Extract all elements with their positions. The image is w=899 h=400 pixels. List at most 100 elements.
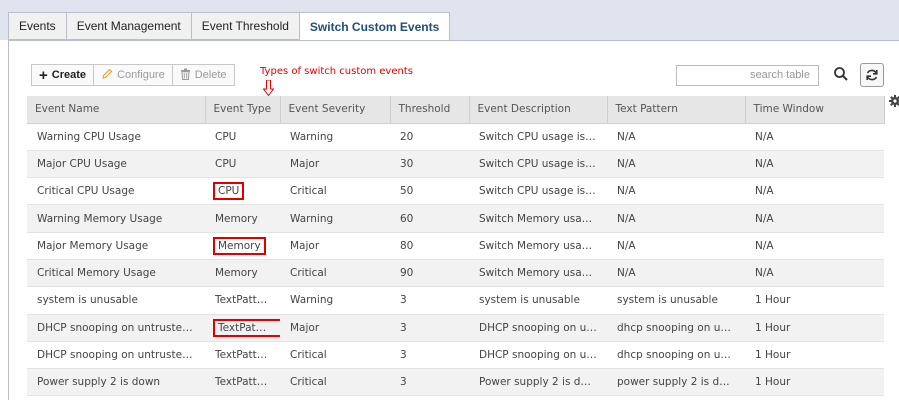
cell-event-description: Switch CPU usage is ov... bbox=[469, 123, 607, 151]
table-row[interactable]: Critical Memory Usage Memory Critical 90 Swi… bbox=[27, 259, 884, 288]
table-row[interactable]: Critical CPU Usage CPU Critical 50 Switch CP… bbox=[27, 177, 884, 206]
cell-event-type: TextPattern bbox=[205, 341, 280, 370]
cell-event-severity: Major bbox=[280, 150, 390, 179]
cell-threshold: 20 bbox=[390, 123, 469, 151]
delete-button[interactable]: Delete bbox=[172, 64, 235, 86]
cell-time-window: N/A bbox=[745, 177, 884, 206]
cell-time-window: 1 Hour bbox=[745, 341, 884, 370]
highlighted-event-type: TextPattern bbox=[212, 318, 280, 337]
cell-event-type: TextPattern bbox=[205, 314, 280, 342]
plus-icon: + bbox=[39, 66, 48, 84]
tab-switch-custom-events[interactable]: Switch Custom Events bbox=[298, 12, 451, 41]
create-label: Create bbox=[51, 69, 87, 81]
cell-event-type: Memory bbox=[205, 232, 280, 260]
cell-event-description: Switch CPU usage is ov... bbox=[469, 150, 607, 179]
highlighted-event-type: Memory bbox=[213, 236, 266, 255]
table-row[interactable]: Warning CPU Usage CPU Warning 20 Switch CPU … bbox=[27, 123, 884, 151]
cell-text-pattern: N/A bbox=[607, 150, 745, 179]
cell-event-severity: Critical bbox=[280, 368, 390, 397]
cell-time-window: 1 Hour bbox=[745, 314, 884, 342]
cell-text-pattern: power supply 2 is down bbox=[607, 368, 745, 397]
gear-icon[interactable] bbox=[889, 95, 899, 107]
cell-event-severity: Warning bbox=[280, 286, 390, 315]
cell-event-severity: Warning bbox=[280, 123, 390, 151]
search-input[interactable]: search table bbox=[676, 65, 819, 86]
table-row[interactable]: Major Memory Usage Memory Major 80 Switch Me… bbox=[27, 232, 884, 260]
table-header-row: Event Name Event Type Event Severity Thr… bbox=[27, 96, 885, 124]
refresh-icon bbox=[866, 69, 878, 81]
cell-event-type: Memory bbox=[205, 204, 280, 233]
delete-label: Delete bbox=[194, 69, 227, 81]
configure-button[interactable]: Configure bbox=[94, 64, 173, 86]
search-icon[interactable] bbox=[833, 66, 849, 82]
toolbar: + Create Configure Delete bbox=[31, 64, 235, 86]
cell-text-pattern: N/A bbox=[607, 259, 745, 288]
table-row[interactable]: DHCP snooping on untrusted po... TextPatt… bbox=[27, 314, 884, 342]
cell-event-name: Power supply 2 is down bbox=[27, 368, 205, 397]
cell-event-name: DHCP snooping on untrusted po... bbox=[27, 314, 205, 342]
column-header-event-description[interactable]: Event Description bbox=[469, 96, 608, 124]
cell-event-type: TextPattern bbox=[205, 286, 280, 315]
tab-events[interactable]: Events bbox=[8, 12, 66, 40]
cell-threshold: 3 bbox=[390, 368, 469, 397]
column-header-text-pattern[interactable]: Text Pattern bbox=[607, 96, 746, 124]
column-header-event-type[interactable]: Event Type bbox=[205, 96, 281, 124]
cell-event-type: TextPattern bbox=[205, 368, 280, 397]
cell-event-description: DHCP snooping on untr... bbox=[469, 341, 607, 370]
cell-text-pattern: dhcp snooping on untr... bbox=[607, 341, 745, 370]
cell-event-name: Major Memory Usage bbox=[27, 232, 205, 260]
cell-event-type: CPU bbox=[205, 150, 280, 179]
column-header-event-name[interactable]: Event Name bbox=[27, 96, 206, 124]
tab-event-threshold[interactable]: Event Threshold bbox=[190, 12, 299, 40]
trash-icon bbox=[180, 68, 191, 82]
cell-text-pattern: N/A bbox=[607, 123, 745, 151]
cell-event-type: CPU bbox=[205, 123, 280, 151]
cell-text-pattern: N/A bbox=[607, 177, 745, 206]
cell-event-name: system is unusable bbox=[27, 286, 205, 315]
cell-event-description: system is unusable bbox=[469, 286, 607, 315]
table-row[interactable]: Warning Memory Usage Memory Warning 60 Switc… bbox=[27, 204, 884, 233]
cell-event-name: Warning Memory Usage bbox=[27, 204, 205, 233]
refresh-button[interactable] bbox=[860, 63, 884, 87]
table-row[interactable]: DHCP snooping on untrusted po... TextPatt… bbox=[27, 341, 884, 370]
cell-event-name: Warning CPU Usage bbox=[27, 123, 205, 151]
highlighted-event-type: CPU bbox=[212, 182, 245, 201]
table-row[interactable]: Major CPU Usage CPU Major 30 Switch CPU usag… bbox=[27, 150, 884, 179]
cell-threshold: 3 bbox=[390, 286, 469, 315]
cell-time-window: N/A bbox=[745, 232, 884, 260]
tab-bar: Events Event Management Event Threshold … bbox=[8, 12, 451, 41]
events-table: Event Name Event Type Event Severity Thr… bbox=[27, 96, 885, 397]
cell-text-pattern: N/A bbox=[607, 232, 745, 260]
cell-event-name: DHCP snooping on untrusted po... bbox=[27, 341, 205, 370]
cell-threshold: 3 bbox=[390, 314, 469, 342]
cell-time-window: N/A bbox=[745, 150, 884, 179]
cell-time-window: N/A bbox=[745, 123, 884, 151]
column-header-event-severity[interactable]: Event Severity bbox=[280, 96, 391, 124]
annotation-text: Types of switch custom events bbox=[260, 66, 413, 77]
configure-label: Configure bbox=[117, 69, 165, 81]
table-row[interactable]: Power supply 2 is down TextPattern Critica… bbox=[27, 368, 884, 397]
cell-event-description: Power supply 2 is down bbox=[469, 368, 607, 397]
tab-event-management[interactable]: Event Management bbox=[65, 12, 191, 40]
cell-event-name: Critical Memory Usage bbox=[27, 259, 205, 288]
cell-time-window: N/A bbox=[745, 259, 884, 288]
create-button[interactable]: + Create bbox=[31, 64, 95, 86]
column-header-time-window[interactable]: Time Window bbox=[745, 96, 885, 124]
cell-event-description: Switch Memory usage i... bbox=[469, 204, 607, 233]
table-row[interactable]: system is unusable TextPattern Warning 3 sys… bbox=[27, 286, 884, 315]
cell-event-description: Switch Memory usage i... bbox=[469, 259, 607, 288]
cell-threshold: 50 bbox=[390, 177, 469, 206]
cell-text-pattern: N/A bbox=[607, 204, 745, 233]
cell-event-severity: Major bbox=[280, 232, 390, 260]
cell-event-severity: Critical bbox=[280, 177, 390, 206]
cell-threshold: 90 bbox=[390, 259, 469, 288]
cell-time-window: N/A bbox=[745, 204, 884, 233]
cell-event-severity: Critical bbox=[280, 341, 390, 370]
cell-event-severity: Warning bbox=[280, 204, 390, 233]
column-header-threshold[interactable]: Threshold bbox=[390, 96, 470, 124]
cell-threshold: 30 bbox=[390, 150, 469, 179]
cell-event-type: CPU bbox=[205, 177, 280, 206]
cell-event-description: Switch CPU usage is ov... bbox=[469, 177, 607, 206]
cell-time-window: 1 Hour bbox=[745, 368, 884, 397]
cell-text-pattern: dhcp snooping on untr... bbox=[607, 314, 745, 342]
